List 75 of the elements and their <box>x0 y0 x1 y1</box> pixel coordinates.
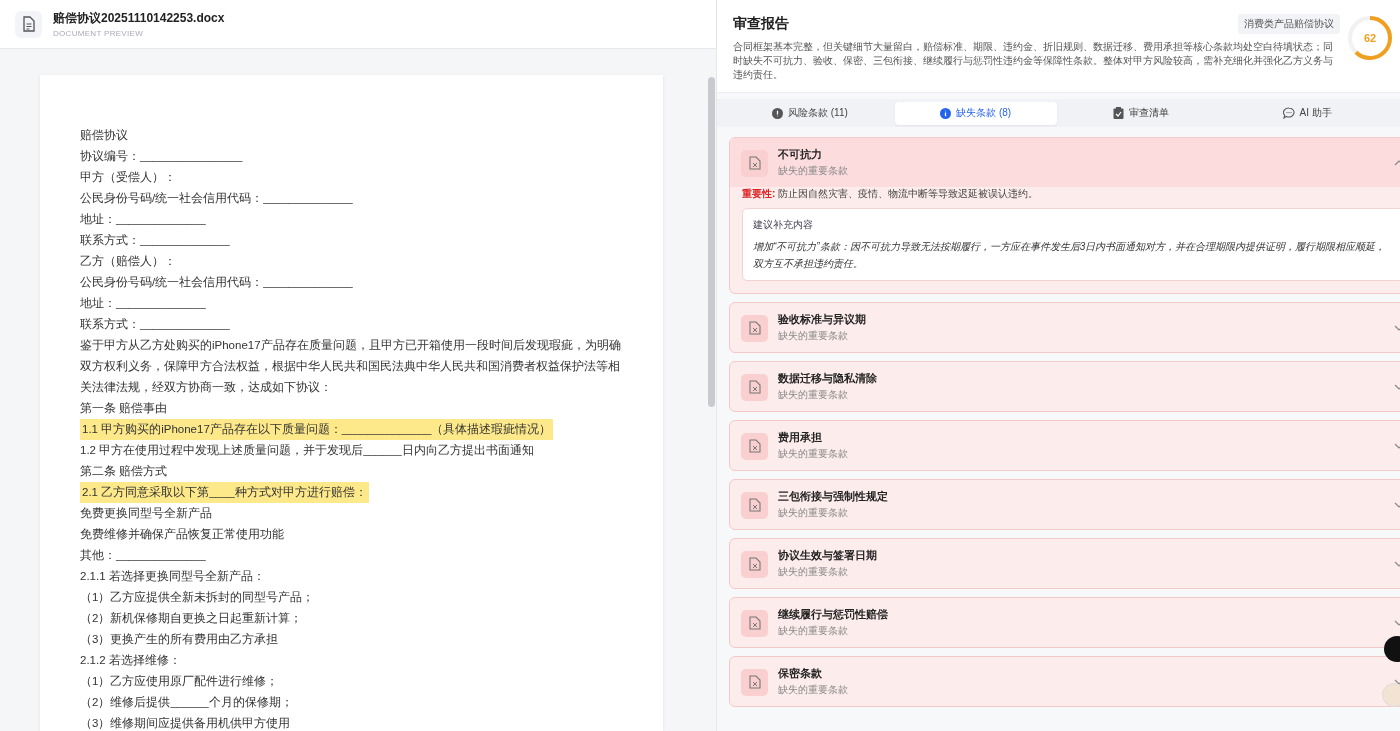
clause-subtitle: 缺失的重要条款 <box>778 447 849 461</box>
clause-header[interactable]: 验收标准与异议期 缺失的重要条款 <box>730 303 1400 352</box>
clipboard-icon <box>1113 107 1125 119</box>
document-line: 甲方（受偿人）： <box>80 170 176 185</box>
document-x-icon <box>741 373 768 401</box>
document-subtitle: DOCUMENT PREVIEW <box>53 29 144 38</box>
document-line: （1）乙方应提供全新未拆封的同型号产品； <box>80 590 315 605</box>
clause-subtitle: 缺失的重要条款 <box>778 683 849 697</box>
document-line: 地址：______________ <box>80 212 206 227</box>
document-line: 赔偿协议 <box>80 128 128 143</box>
document-line: 公民身份号码/统一社会信用代码：______________ <box>80 275 353 290</box>
clause-title: 不可抗力 <box>778 148 823 162</box>
clause-subtitle: 缺失的重要条款 <box>778 565 849 579</box>
clause-title: 数据迁移与隐私清除 <box>778 372 878 386</box>
clause-subtitle: 缺失的重要条款 <box>778 329 849 343</box>
document-line: （1）乙方应使用原厂配件进行维修； <box>80 674 279 689</box>
document-icon <box>15 10 42 38</box>
document-line: （3）维修期间应提供备用机供甲方使用 <box>80 716 291 731</box>
clause-subtitle: 缺失的重要条款 <box>778 164 849 178</box>
document-line: （3）更换产生的所有费用由乙方承担 <box>80 632 279 647</box>
clause-title: 协议生效与签署日期 <box>778 549 878 563</box>
clause-header[interactable]: 协议生效与签署日期 缺失的重要条款 <box>730 539 1400 588</box>
clause-title: 继续履行与惩罚性赔偿 <box>778 608 889 622</box>
document-line: （2）维修后提供______个月的保修期； <box>80 695 293 710</box>
importance-text: 重要性: 防止因自然灾害、疫情、物流中断等导致迟延被误认违约。 <box>742 187 1040 201</box>
document-x-icon <box>741 550 768 578</box>
document-line: 鉴于甲方从乙方处购买的iPhone17产品存在质量问题，且甲方已开箱使用一段时间后发现瑕疵，为明确双方权利义务，保障甲方合法权益，根据中华人民共和国民法典中华人民共和国消费者权益保护法等相关法律法规，经双方协商一致，达成如下协议： <box>80 338 622 395</box>
document-line: 公民身份号码/统一社会信用代码：______________ <box>80 191 353 206</box>
report-title: 审查报告 <box>733 15 789 33</box>
contract-type-tag: 消费类产品赔偿协议 <box>1238 14 1340 34</box>
document-line: 联系方式：______________ <box>80 233 230 248</box>
document-line: 免费更换同型号全新产品 <box>80 506 212 521</box>
clause-header[interactable]: 数据迁移与隐私清除 缺失的重要条款 <box>730 362 1400 411</box>
document-line: 其他：______________ <box>80 548 206 563</box>
chat-icon <box>1282 107 1295 119</box>
tab[interactable]: 风险条款 (11) <box>729 101 891 125</box>
clause-subtitle: 缺失的重要条款 <box>778 388 849 402</box>
clause-header[interactable]: 不可抗力 缺失的重要条款 <box>730 138 1400 187</box>
document-line: 2.1.2 若选择维修： <box>80 653 181 668</box>
clause-title: 费用承担 <box>778 431 823 445</box>
clause-title: 三包衔接与强制性规定 <box>778 490 889 504</box>
document-x-icon <box>741 609 768 637</box>
document-line: 地址：______________ <box>80 296 206 311</box>
document-line: 第一条 赔偿事由 <box>80 401 168 416</box>
document-x-icon <box>741 432 768 460</box>
clause-header[interactable]: 三包衔接与强制性规定 缺失的重要条款 <box>730 480 1400 529</box>
document-x-icon <box>741 314 768 342</box>
document-x-icon <box>741 668 768 696</box>
file-name: 赔偿协议20251110142253.docx <box>53 10 225 27</box>
info-icon <box>940 107 952 119</box>
document-line: 乙方（赔偿人）： <box>80 254 176 269</box>
suggestion-label: 建议补充内容 <box>753 218 814 232</box>
clause-header[interactable]: 继续履行与惩罚性赔偿 缺失的重要条款 <box>730 598 1400 647</box>
tab[interactable]: 审查清单 <box>1060 101 1223 125</box>
clause-title: 保密条款 <box>778 667 823 681</box>
report-summary: 合同框架基本完整，但关键细节大量留白，赔偿标准、期限、违约金、折旧规则、数据迁移、费用承担等核心条款均处空白待填状态；同时缺失不可抗力、验收、保密、三包衔接、继续履行与惩罚性违约金等保障性条款。整体对甲方风险较高，需补充细化并强化乙方义务与违约责任。 <box>733 40 1334 82</box>
document-line: 协议编号：________________ <box>80 149 243 164</box>
document-line: （2）新机保修期自更换之日起重新计算； <box>80 611 303 626</box>
document-line: 联系方式：______________ <box>80 317 230 332</box>
document-line: 免费维修并确保产品恢复正常使用功能 <box>80 527 284 542</box>
document-line: 第二条 赔偿方式 <box>80 464 168 479</box>
clause-subtitle: 缺失的重要条款 <box>778 506 849 520</box>
tab[interactable]: AI 助手 <box>1226 101 1388 125</box>
document-line: 2.1.1 若选择更换同型号全新产品： <box>80 569 265 584</box>
document-x-icon <box>741 491 768 519</box>
score-value: 62 <box>1362 31 1378 45</box>
clause-title: 验收标准与异议期 <box>778 313 867 327</box>
suggestion-text: 增加“不可抗力”条款：因不可抗力导致无法按期履行，一方应在事件发生后3日内书面通知对方，并在合理期限内提供证明，履行期限相应顺延，双方互不承担违约责任。 <box>753 240 1387 271</box>
tab[interactable]: 缺失条款 (8) <box>894 101 1057 125</box>
document-line: 1.2 甲方在使用过程中发现上述质量问题，并于发现后______日内向乙方提出书面通知 <box>80 443 534 458</box>
clause-subtitle: 缺失的重要条款 <box>778 624 849 638</box>
scrollbar[interactable] <box>708 77 715 407</box>
clause-header[interactable]: 费用承担 缺失的重要条款 <box>730 421 1400 470</box>
alert-icon <box>771 107 783 119</box>
document-x-icon <box>741 149 768 177</box>
